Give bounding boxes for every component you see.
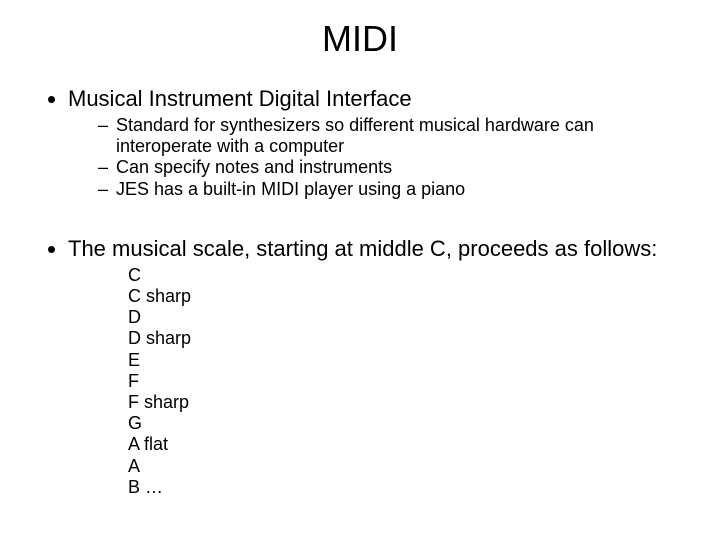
bullet-1-sub-0: Standard for synthesizers so different m… [98, 115, 680, 157]
slide-body: Musical Instrument Digital Interface Sta… [0, 60, 720, 498]
scale-item: F sharp [128, 392, 680, 413]
bullet-1: Musical Instrument Digital Interface Sta… [68, 86, 680, 200]
bullet-1-sub-1: Can specify notes and instruments [98, 157, 680, 178]
scale-item: G [128, 413, 680, 434]
spacer [40, 202, 680, 236]
bullet-2-text: The musical scale, starting at middle C,… [68, 236, 657, 261]
bullet-2: The musical scale, starting at middle C,… [68, 236, 680, 498]
slide: MIDI Musical Instrument Digital Interfac… [0, 0, 720, 540]
scale-item: D sharp [128, 328, 680, 349]
scale-item: E [128, 350, 680, 371]
scale-item: F [128, 371, 680, 392]
scale-item: C [128, 265, 680, 286]
slide-title: MIDI [0, 0, 720, 60]
bullet-1-sub-2: JES has a built-in MIDI player using a p… [98, 179, 680, 200]
scale-item: D [128, 307, 680, 328]
scale-list: C C sharp D D sharp E F F sharp G A flat… [68, 265, 680, 499]
scale-item: C sharp [128, 286, 680, 307]
bullet-1-sublist: Standard for synthesizers so different m… [68, 115, 680, 200]
scale-item: A flat [128, 434, 680, 455]
bullet-1-text: Musical Instrument Digital Interface [68, 86, 412, 111]
scale-item: A [128, 456, 680, 477]
bullet-list: Musical Instrument Digital Interface Sta… [40, 86, 680, 200]
bullet-list-2: The musical scale, starting at middle C,… [40, 236, 680, 498]
scale-item: B … [128, 477, 680, 498]
